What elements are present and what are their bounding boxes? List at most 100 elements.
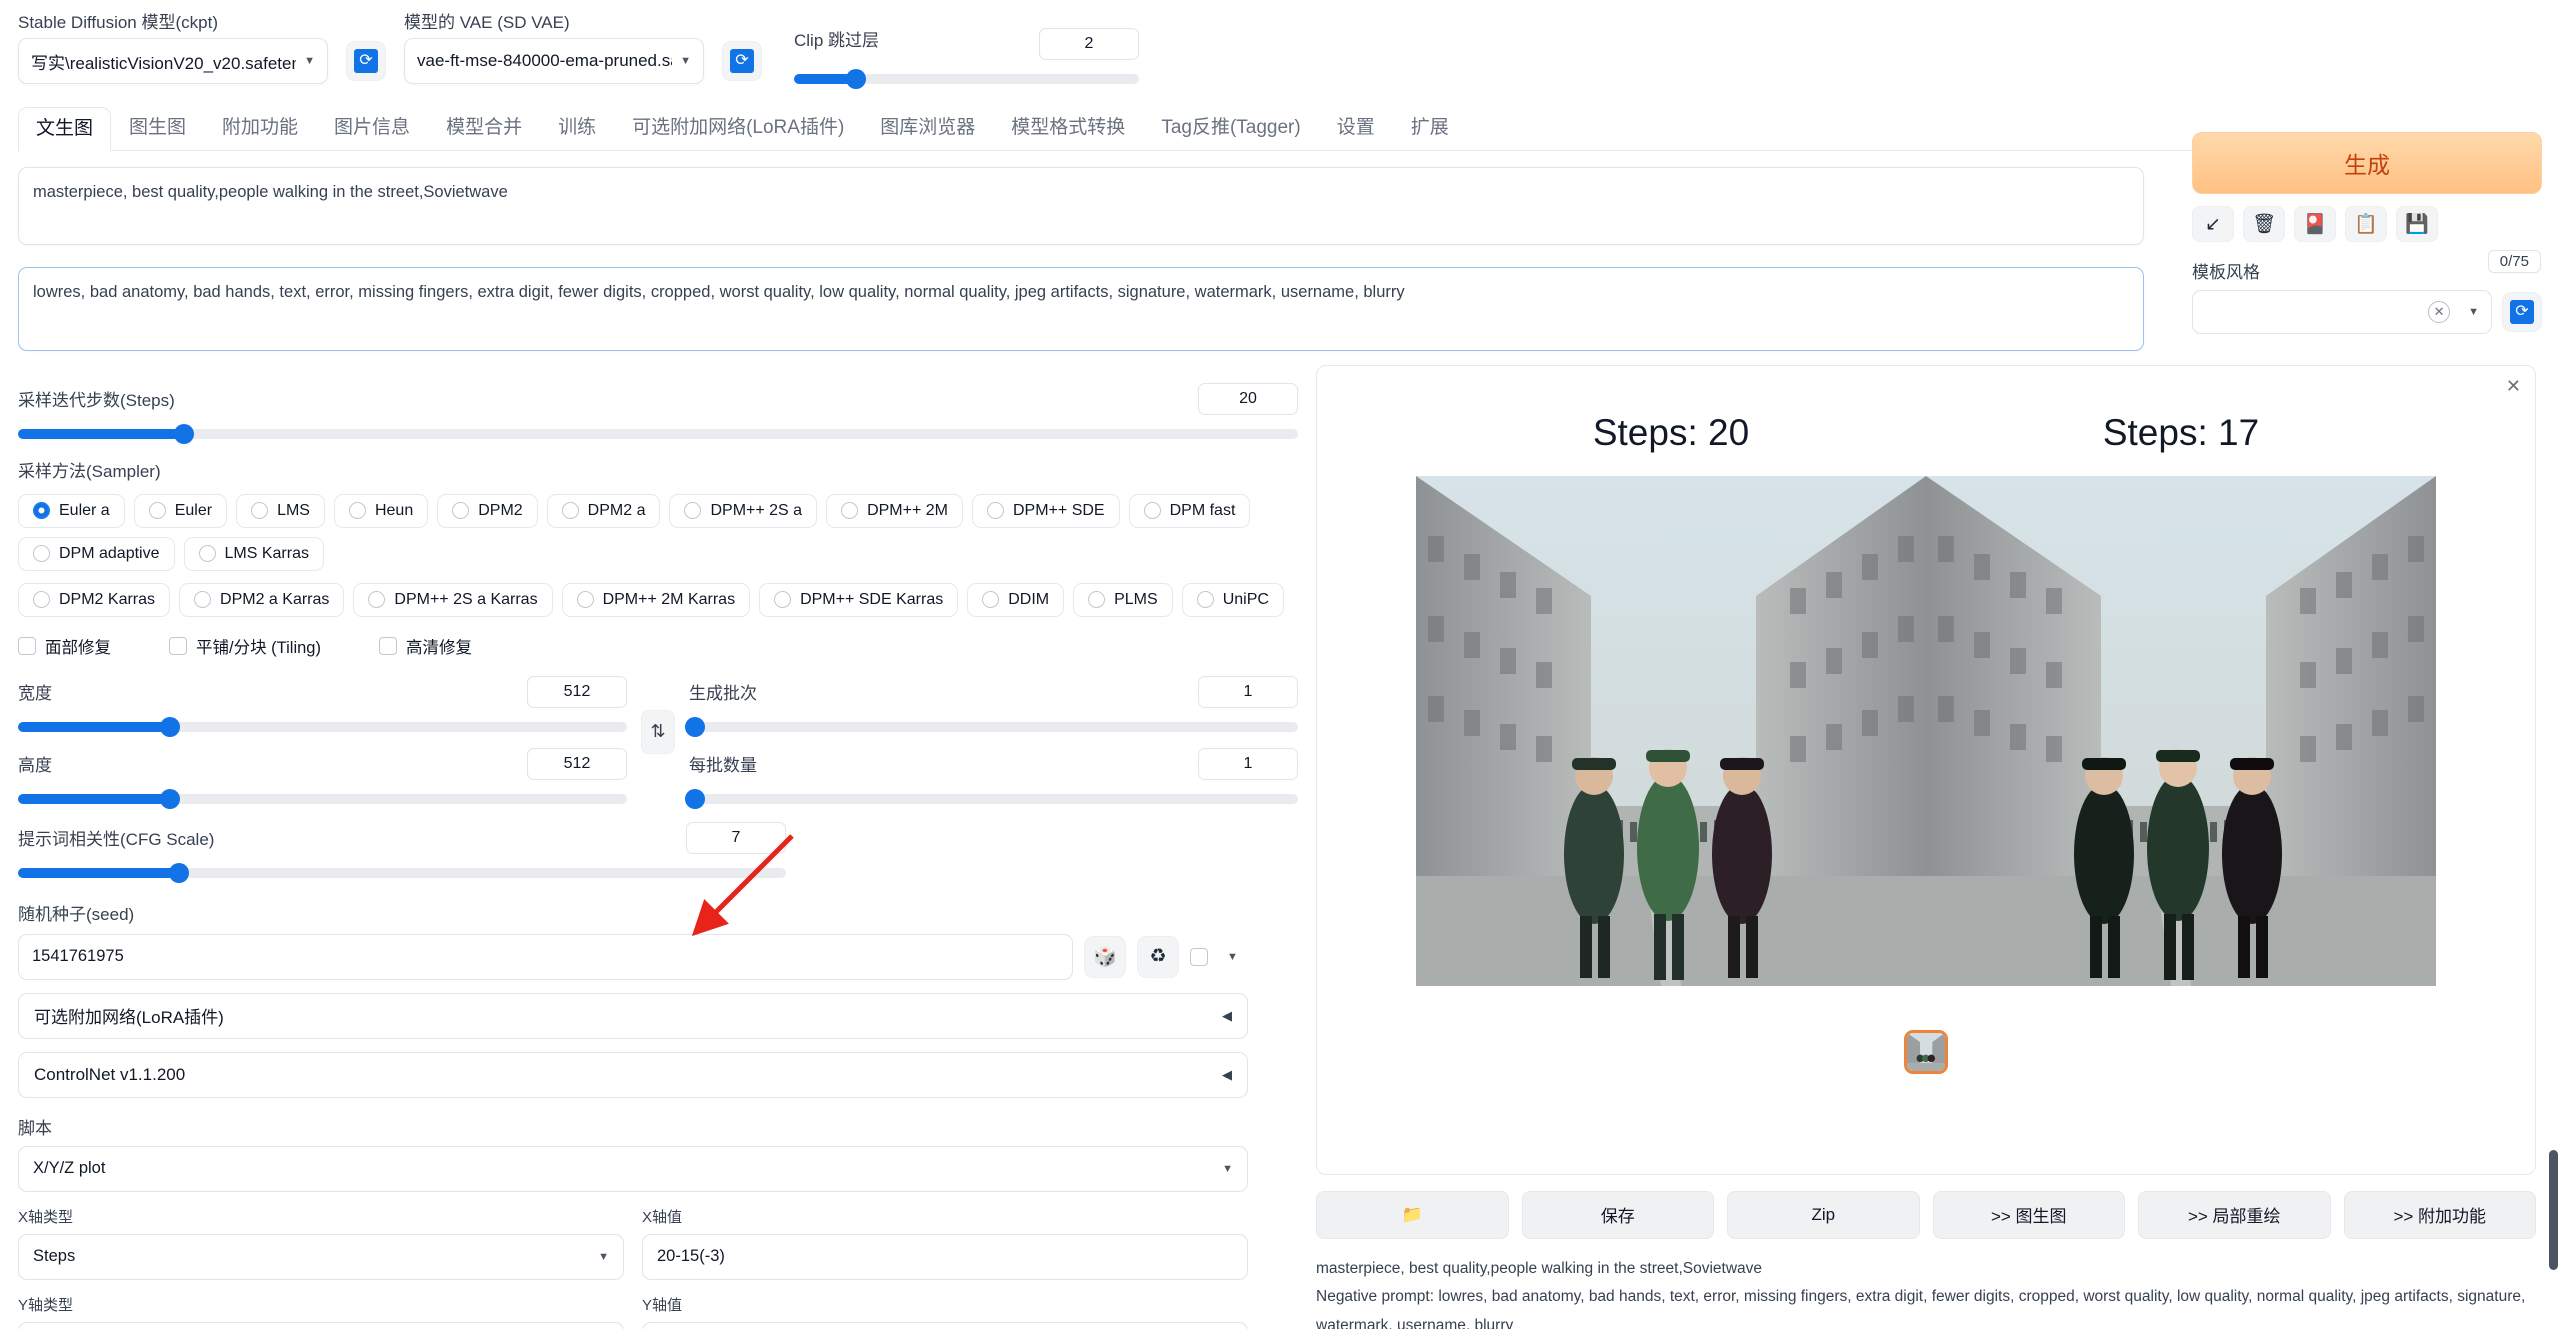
tab-model-converter[interactable]: 模型格式转换 [993,106,1143,150]
toggle-hires-fix[interactable]: 高清修复 [378,634,472,658]
generated-image-1[interactable] [1416,475,1926,986]
red-card-icon[interactable]: 🎴 [2294,206,2336,242]
positive-prompt-input[interactable]: masterpiece, best quality,people walking… [18,166,2144,245]
tab-txt2img[interactable]: 文生图 [18,107,112,151]
model-toolbar: Stable Diffusion 模型(ckpt) 写实\realisticVi… [18,14,2542,89]
sampler-option-dpmpp-sde-karras[interactable]: DPM++ SDE Karras [759,582,959,617]
refresh-vae-button[interactable]: ⟳ [722,41,762,81]
script-value: X/Y/Z plot [33,1159,106,1178]
refresh-styles-button[interactable]: ⟳ [2502,292,2542,332]
batch-size-slider[interactable] [685,788,1298,809]
xyz-grid-image[interactable]: Steps: 20 Steps: 17 [1333,412,2519,986]
sampler-field: 采样方法(Sampler) Euler a Euler LMS Heun DPM… [18,457,1298,617]
cfg-slider[interactable] [18,862,786,883]
zip-button[interactable]: Zip [1727,1190,1920,1239]
save-button[interactable]: 保存 [1521,1190,1714,1239]
sampler-option-dpmpp-2m[interactable]: DPM++ 2M [826,493,963,528]
sampler-option-euler[interactable]: Euler [133,493,228,528]
clipboard-icon[interactable]: 📋 [2345,206,2387,242]
sampler-option-dpmpp-2s-a-karras[interactable]: DPM++ 2S a Karras [353,582,553,617]
height-value[interactable]: 512 [527,747,627,780]
extra-seed-checkbox[interactable] [1190,947,1208,966]
checkpoint-field: Stable Diffusion 模型(ckpt) 写实\realisticVi… [18,14,328,84]
vae-select[interactable]: vae-ft-mse-840000-ema-pruned.safetensors… [404,38,704,84]
generated-image-2[interactable] [1926,475,2436,986]
refresh-checkpoint-button[interactable]: ⟳ [346,41,386,81]
sampler-option-dpm2-a[interactable]: DPM2 a [546,493,661,528]
toggle-tiling[interactable]: 平铺/分块 (Tiling) [169,634,321,658]
floppy-disk-icon[interactable]: 💾 [2396,206,2438,242]
sampler-option-dpmpp-sde[interactable]: DPM++ SDE [972,493,1120,528]
batch-size-value[interactable]: 1 [1198,747,1298,780]
height-slider[interactable] [18,788,627,809]
x-axis-type-select[interactable]: Steps ▼ [18,1233,624,1280]
tab-lora[interactable]: 可选附加网络(LoRA插件) [614,106,862,150]
steps-slider[interactable] [18,423,1298,444]
sampler-option-lms[interactable]: LMS [236,493,325,528]
tab-checkpoint-merger[interactable]: 模型合并 [428,106,540,150]
sampler-option-unipc[interactable]: UniPC [1181,582,1284,617]
script-select[interactable]: X/Y/Z plot ▼ [18,1145,1248,1192]
steps-value[interactable]: 20 [1198,382,1298,415]
width-slider[interactable] [18,716,627,737]
tab-train[interactable]: 训练 [540,106,614,150]
tab-png-info[interactable]: 图片信息 [316,106,428,150]
y-axis-value-input[interactable] [642,1321,1248,1329]
seed-input[interactable]: 1541761975 [18,933,1073,980]
clip-skip-slider[interactable] [794,69,1139,89]
negative-prompt-input[interactable]: lowres, bad anatomy, bad hands, text, er… [18,266,2144,351]
x-axis-type-value: Steps [33,1247,76,1266]
sampler-option-dpmpp-2m-karras[interactable]: DPM++ 2M Karras [561,582,751,617]
tab-extensions[interactable]: 扩展 [1393,106,1467,150]
sampler-option-plms[interactable]: PLMS [1073,582,1173,617]
vertical-scrollbar[interactable] [2549,1150,2558,1270]
sampler-option-dpm2-karras[interactable]: DPM2 Karras [18,582,171,617]
close-icon[interactable]: ✕ [2506,376,2521,397]
recycle-icon[interactable]: ♻ [1137,935,1179,978]
accordion-controlnet[interactable]: ControlNet v1.1.200 ◀ [18,1051,1248,1098]
send-to-extras-button[interactable]: >> 附加功能 [2343,1190,2536,1239]
grid-thumbnail[interactable] [1904,1029,1948,1074]
cfg-value[interactable]: 7 [686,821,786,854]
arrow-down-left-icon[interactable]: ↙ [2192,206,2234,242]
trash-icon[interactable]: 🗑 [2243,206,2285,242]
toggle-restore-faces[interactable]: 面部修复 [18,634,111,658]
checkpoint-select[interactable]: 写实\realisticVisionV20_v20.safetensors [c… [18,38,328,84]
main-tabs: 文生图 图生图 附加功能 图片信息 模型合并 训练 可选附加网络(LoRA插件)… [18,106,2542,151]
sampler-option-dpm-fast[interactable]: DPM fast [1128,493,1251,528]
open-folder-button[interactable]: 📁 [1316,1190,1509,1239]
sampler-option-heun[interactable]: Heun [333,493,429,528]
swap-dimensions-button[interactable]: ⇅ [641,709,675,754]
sampler-option-euler-a[interactable]: Euler a [18,493,125,528]
sampler-label-text: DPM adaptive [59,544,160,562]
send-to-inpaint-button[interactable]: >> 局部重绘 [2138,1190,2331,1239]
chevron-down-icon[interactable]: ▼ [1227,951,1238,963]
sampler-label-text: DPM2 a Karras [220,590,330,608]
accordion-lora[interactable]: 可选附加网络(LoRA插件) ◀ [18,992,1248,1039]
batch-count-slider[interactable] [685,716,1298,737]
dice-icon[interactable]: 🎲 [1084,935,1126,978]
tab-img2img[interactable]: 图生图 [111,106,204,150]
y-axis-type-select[interactable]: Nothing ▼ [18,1321,624,1329]
sampler-options-row2: DPM2 Karras DPM2 a Karras DPM++ 2S a Kar… [18,582,1298,617]
sampler-option-dpm2[interactable]: DPM2 [437,493,538,528]
batch-count-value[interactable]: 1 [1198,675,1298,708]
tab-tagger[interactable]: Tag反推(Tagger) [1143,106,1318,150]
output-action-buttons: 📁 保存 Zip >> 图生图 >> 局部重绘 >> 附加功能 [1316,1190,2536,1239]
tab-image-browser[interactable]: 图库浏览器 [862,106,993,150]
clip-skip-value[interactable]: 2 [1039,28,1139,60]
sampler-option-lms-karras[interactable]: LMS Karras [183,536,324,571]
sampler-option-dpm2-a-karras[interactable]: DPM2 a Karras [179,582,345,617]
triangle-left-icon: ◀ [1222,1007,1232,1023]
tab-settings[interactable]: 设置 [1319,106,1393,150]
clear-x-icon[interactable]: ✕ [2428,301,2451,323]
sampler-option-ddim[interactable]: DDIM [967,582,1065,617]
tab-extras[interactable]: 附加功能 [204,106,316,150]
style-template-select[interactable]: ✕ ▼ [2192,290,2492,334]
width-value[interactable]: 512 [527,675,627,708]
send-to-img2img-button[interactable]: >> 图生图 [1932,1190,2125,1239]
x-axis-value-input[interactable]: 20-15(-3) [642,1233,1248,1280]
generate-button[interactable]: 生成 [2192,132,2542,194]
sampler-option-dpm-adaptive[interactable]: DPM adaptive [18,536,175,571]
sampler-option-dpmpp-2s-a[interactable]: DPM++ 2S a [669,493,818,528]
